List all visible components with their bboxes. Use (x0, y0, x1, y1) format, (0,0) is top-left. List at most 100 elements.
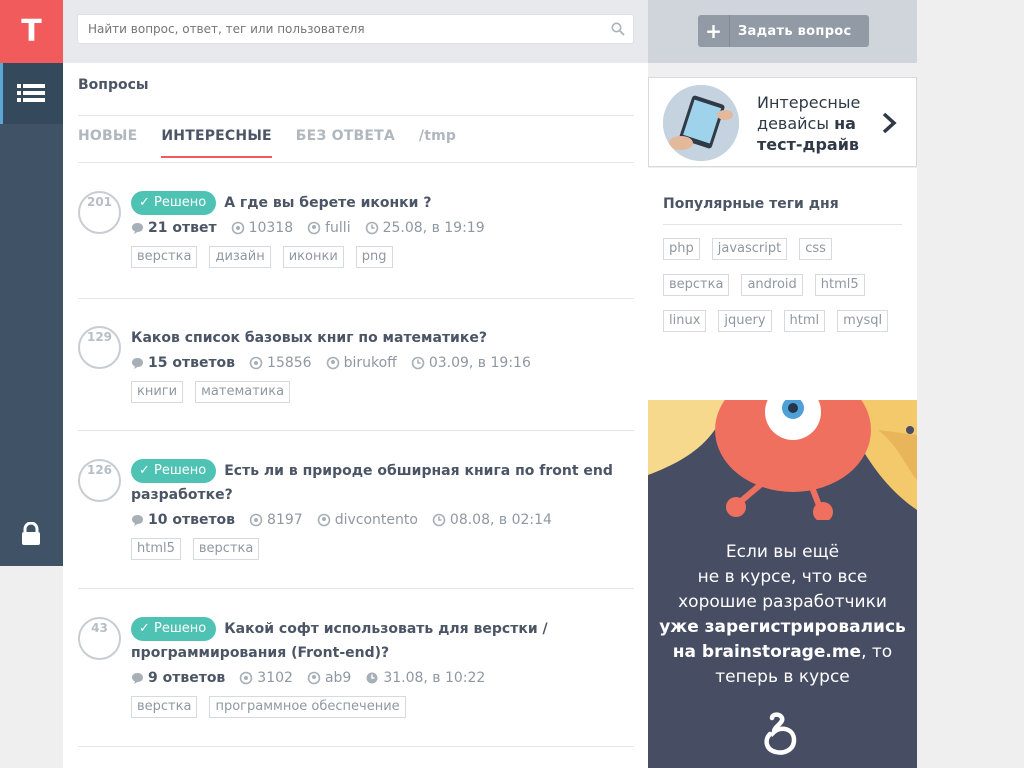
plus-icon: + (698, 15, 730, 47)
views-icon (249, 513, 263, 527)
tag[interactable]: jquery (718, 310, 772, 332)
answers-count[interactable]: 9 ответов (148, 670, 225, 686)
views-icon (249, 356, 263, 370)
tag[interactable]: linux (663, 310, 707, 332)
subscribers-count: 129 (78, 326, 121, 369)
question-meta: 21 ответ 10318 fulli 25.08, в 19:19 (131, 217, 631, 239)
tag[interactable]: математика (195, 381, 291, 403)
comments-icon (132, 514, 143, 526)
views-count: 10318 (248, 220, 294, 236)
tag[interactable]: html (783, 310, 826, 332)
promo-line: девайсы (757, 114, 835, 133)
user-icon (326, 356, 339, 370)
tag[interactable]: книги (131, 381, 184, 403)
views-count: 8197 (267, 512, 303, 528)
question-date: 03.09, в 19:16 (428, 355, 531, 371)
clock-icon (365, 221, 378, 235)
logo[interactable]: T (0, 0, 63, 63)
user-icon (317, 513, 330, 527)
solved-badge: ✓ Решено (131, 617, 217, 641)
solved-badge: ✓ Решено (131, 459, 217, 483)
question-meta: 15 ответов 15856 birukoff 03.09, в 19:16 (131, 352, 631, 374)
tag[interactable]: php (663, 238, 700, 260)
tag[interactable]: верстка (131, 246, 198, 268)
tag[interactable]: mysql (837, 310, 889, 332)
question-title-row: ✓ Решено А где вы берете иконки ? (131, 191, 631, 215)
popular-tags-title: Популярные теги дня (663, 196, 839, 212)
views-icon (239, 671, 253, 685)
user-icon (307, 221, 321, 235)
views-count: 3102 (257, 670, 293, 686)
question-tags: верстка программное обеспечение (131, 696, 631, 718)
promo-line: Интересные (757, 93, 861, 112)
tablet-image (663, 85, 739, 161)
question-title[interactable]: А где вы берете иконки ? (224, 195, 431, 211)
ad-line: не в курсе, что все (697, 567, 868, 587)
question-meta: 9 ответов 3102 ab9 31.08, в 10:22 (131, 667, 631, 689)
right-sidebar: + Задать вопрос Интересные девайсы на те… (648, 0, 917, 768)
author-link[interactable]: divcontento (335, 512, 418, 528)
ask-question-label: Задать вопрос (738, 23, 852, 39)
tab-interesting[interactable]: ИНТЕРЕСНЫЕ (161, 128, 272, 158)
tab-new[interactable]: НОВЫЕ (78, 128, 137, 158)
list-icon (17, 84, 45, 102)
question-title-row: ✓ Решено Какой софт использовать для верс… (131, 617, 631, 665)
tag[interactable]: верстка (192, 538, 260, 560)
question-tags: html5 верстка (131, 538, 631, 560)
tab-tmp[interactable]: /tmp (419, 128, 456, 158)
solved-label: Решено (154, 195, 207, 210)
tag[interactable]: программное обеспечение (209, 696, 406, 718)
chevron-right-icon[interactable] (879, 111, 899, 135)
ad-line: , то (861, 642, 893, 662)
ad-line: на brainstorage.me (672, 642, 862, 662)
author-link[interactable]: birukoff (344, 355, 397, 371)
question-date: 25.08, в 19:19 (382, 220, 485, 236)
answers-count[interactable]: 15 ответов (148, 355, 235, 371)
ask-question-button[interactable]: + Задать вопрос (698, 15, 869, 47)
tag[interactable]: иконки (282, 246, 344, 268)
solved-label: Решено (154, 621, 207, 636)
question-title[interactable]: Каков список базовых книг по математике? (131, 326, 631, 350)
search-input[interactable] (77, 14, 634, 44)
solved-label: Решено (154, 463, 207, 478)
promo-banner[interactable]: Интересные девайсы на тест-драйв (648, 77, 917, 167)
divider (663, 224, 902, 225)
answers-count[interactable]: 21 ответ (148, 220, 217, 236)
author-link[interactable]: fulli (325, 220, 350, 236)
lock-icon[interactable] (20, 522, 42, 546)
answers-count[interactable]: 10 ответов (148, 512, 235, 528)
comments-icon (132, 672, 143, 684)
tag[interactable]: png (355, 246, 393, 268)
tag[interactable]: верстка (663, 274, 730, 296)
solved-badge: ✓ Решено (131, 191, 217, 215)
tag[interactable]: javascript (711, 238, 788, 260)
clock-icon (411, 356, 425, 370)
tag[interactable]: css (799, 238, 832, 260)
views-count: 15856 (267, 355, 312, 371)
tag[interactable]: дизайн (209, 246, 271, 268)
question-tags: книги математика (131, 381, 631, 403)
divider (78, 115, 634, 116)
main-column: Вопросы НОВЫЕ ИНТЕРЕСНЫЕ БЕЗ ОТВЕТА /tmp… (63, 0, 648, 768)
author-link[interactable]: ab9 (325, 670, 351, 686)
tag[interactable]: android (741, 274, 803, 296)
views-icon (231, 221, 244, 235)
rail-questions-button[interactable] (0, 63, 63, 124)
search-icon[interactable] (611, 22, 625, 36)
tag[interactable]: верстка (131, 696, 198, 718)
left-rail: T (0, 0, 63, 566)
divider (78, 746, 634, 747)
brainstorage-ad[interactable]: Если вы ещё не в курсе, что все хорошие … (648, 400, 917, 768)
tag[interactable]: html5 (131, 538, 181, 560)
question-date: 08.08, в 02:14 (449, 512, 552, 528)
question-title-row: ✓ Решено Есть ли в природе обширная книга… (131, 459, 631, 507)
question-meta: 10 ответов 8197 divcontento 08.08, в 02:… (131, 509, 631, 531)
ad-line: хорошие разработчики (678, 592, 887, 612)
divider (78, 430, 634, 431)
ad-line: теперь в курсе (715, 667, 850, 687)
clock-icon (366, 672, 378, 684)
tab-unanswered[interactable]: БЕЗ ОТВЕТА (296, 128, 395, 158)
ad-line: Если вы ещё (725, 542, 840, 562)
tag[interactable]: html5 (814, 274, 865, 296)
promo-line: на (834, 114, 856, 133)
